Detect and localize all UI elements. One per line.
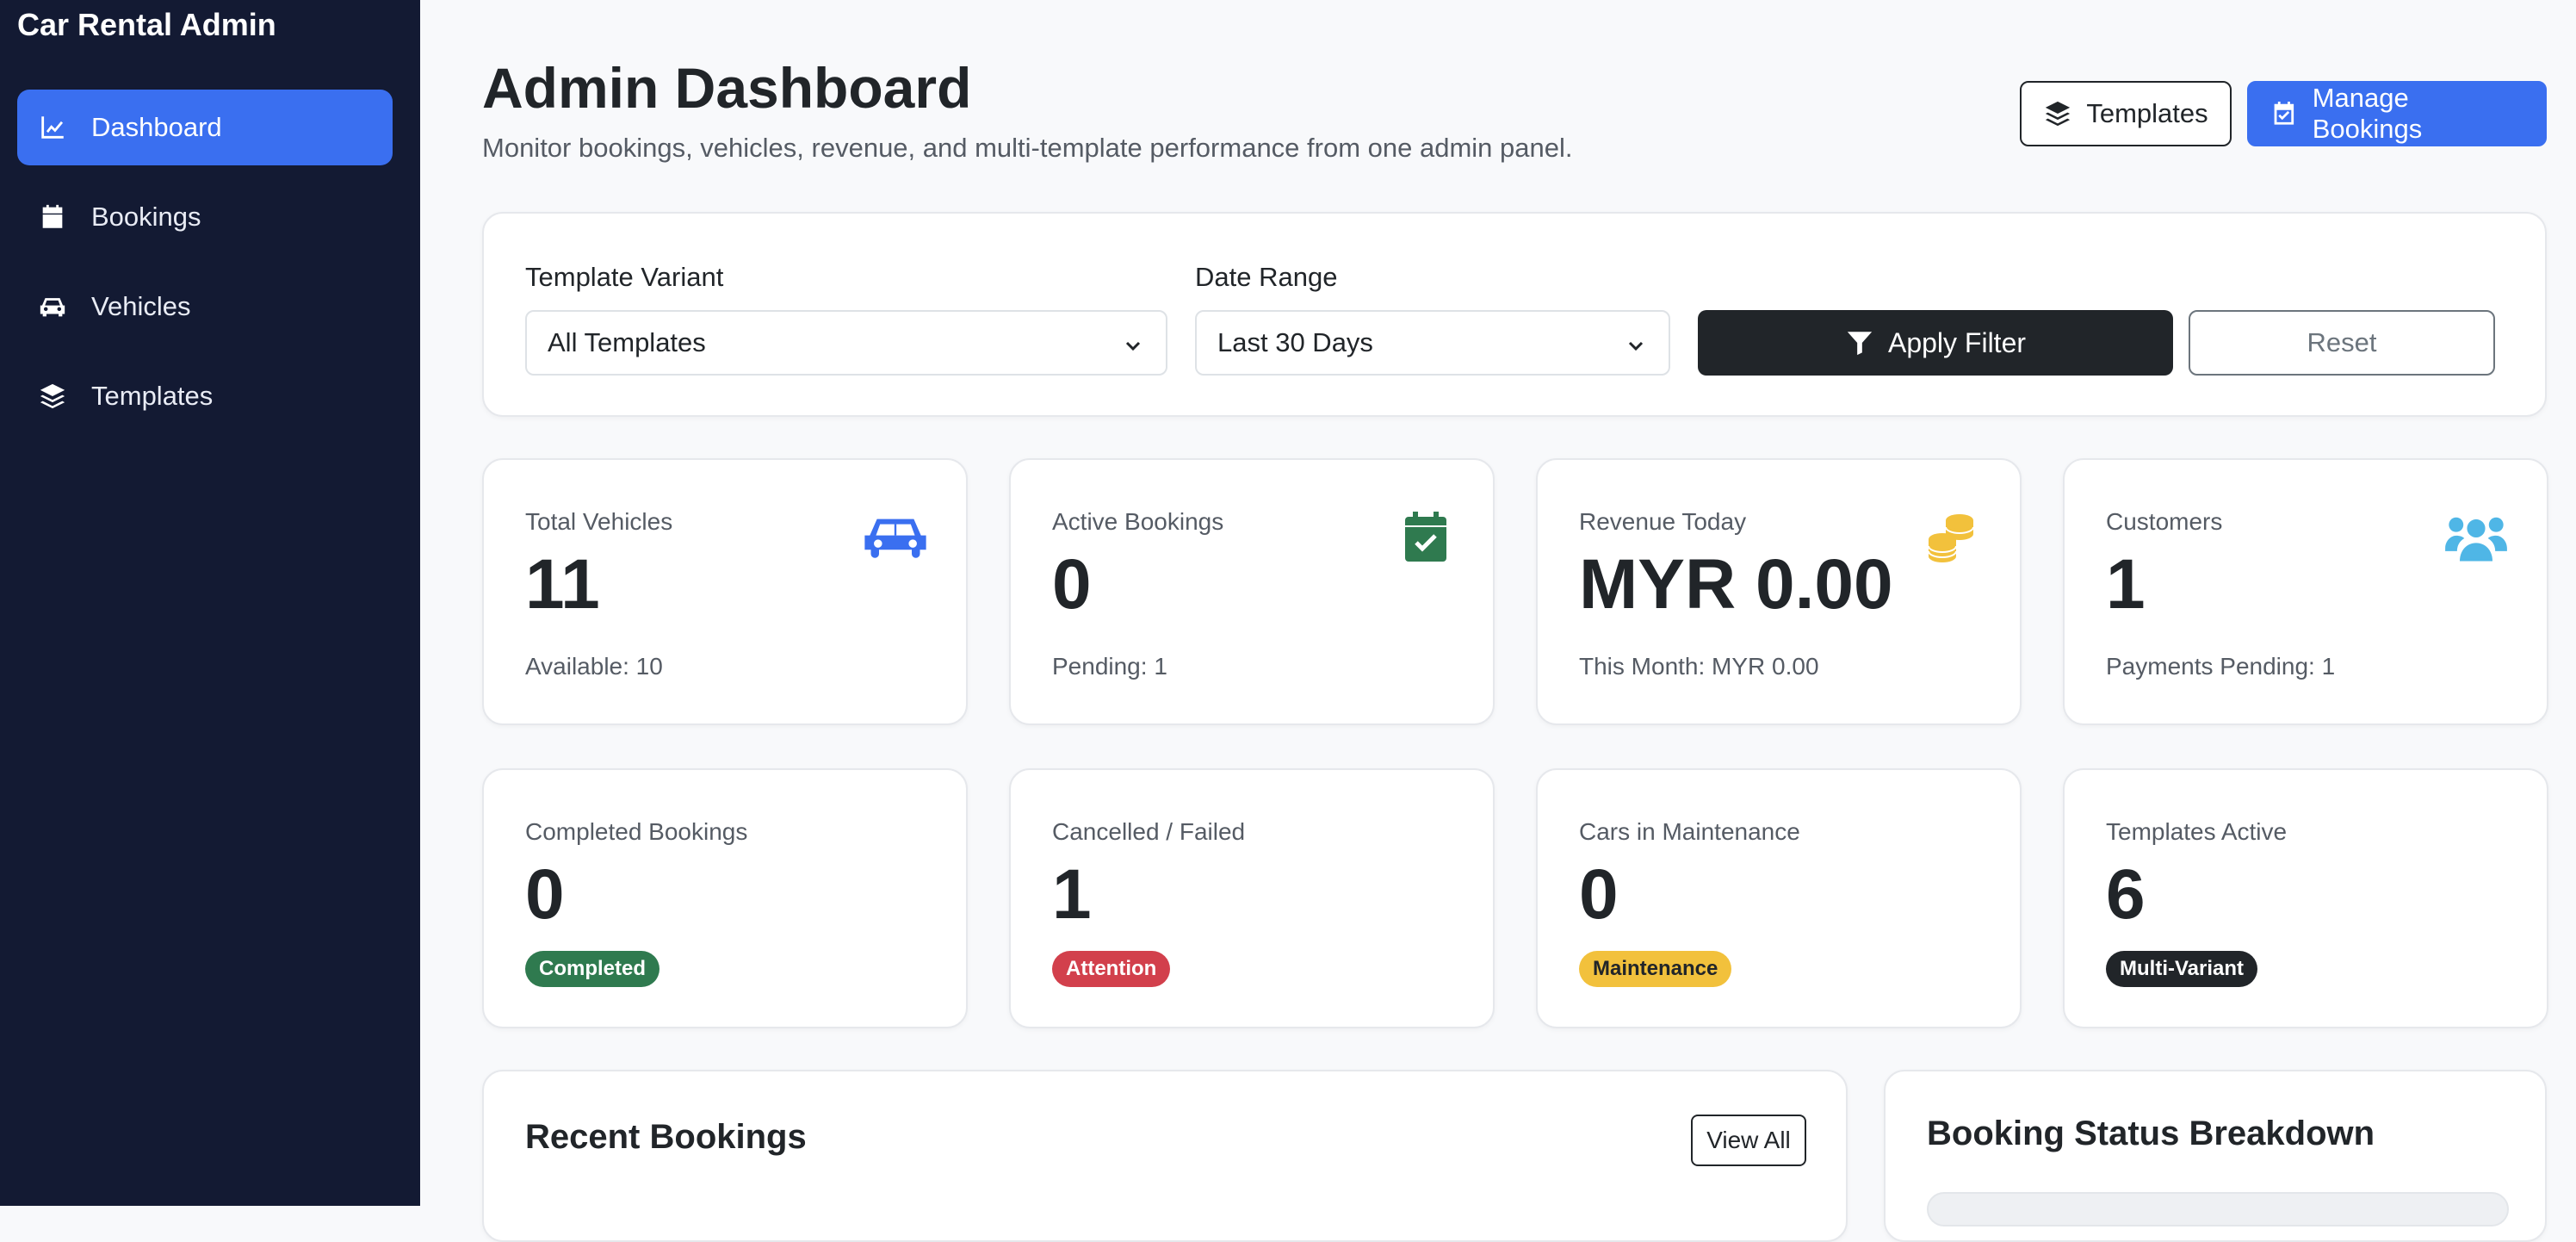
stat-sub: Payments Pending: 1 bbox=[2106, 653, 2336, 680]
calendar-check-icon bbox=[1390, 510, 1455, 565]
sidebar-item-vehicles[interactable]: Vehicles bbox=[17, 269, 393, 345]
chevron-down-icon bbox=[1625, 332, 1646, 353]
brand-title: Car Rental Admin bbox=[17, 7, 276, 42]
template-variant-select[interactable]: All Templates bbox=[525, 310, 1167, 376]
date-range-value: Last 30 Days bbox=[1217, 327, 1373, 357]
sidebar-item-label: Dashboard bbox=[91, 112, 222, 142]
chart-line-icon bbox=[36, 111, 69, 144]
sidebar-item-label: Vehicles bbox=[91, 291, 191, 321]
layers-icon bbox=[2046, 101, 2071, 127]
status-progress-bar bbox=[1927, 1192, 2509, 1226]
stat-card-cars-in-maintenance: Cars in Maintenance 0 Maintenance bbox=[1536, 768, 2022, 1028]
layers-icon bbox=[36, 380, 69, 413]
recent-bookings-card: Recent Bookings View All bbox=[482, 1070, 1848, 1242]
sidebar-item-label: Bookings bbox=[91, 202, 201, 232]
header-actions: Templates Manage Bookings bbox=[2020, 81, 2547, 146]
booking-status-breakdown-card: Booking Status Breakdown bbox=[1884, 1070, 2547, 1242]
stat-card-active-bookings: Active Bookings 0 Pending: 1 bbox=[1009, 458, 1495, 725]
stat-value: 0 bbox=[1579, 855, 1619, 934]
car-icon bbox=[36, 290, 69, 323]
users-icon bbox=[2443, 510, 2509, 565]
stat-label: Active Bookings bbox=[1052, 508, 1224, 535]
calendar-check-icon bbox=[2274, 101, 2294, 125]
stat-sub: This Month: MYR 0.00 bbox=[1579, 653, 1819, 680]
stat-value: 11 bbox=[525, 545, 600, 624]
stat-card-customers: Customers 1 Payments Pending: 1 bbox=[2063, 458, 2548, 725]
template-variant-value: All Templates bbox=[548, 327, 706, 357]
stat-sub: Pending: 1 bbox=[1052, 653, 1167, 680]
reset-button[interactable]: Reset bbox=[2189, 310, 2495, 376]
stat-sub: Available: 10 bbox=[525, 653, 663, 680]
stat-label: Revenue Today bbox=[1579, 508, 1747, 535]
filter-card: Template Variant All Templates Date Rang… bbox=[482, 212, 2547, 417]
manage-bookings-button-label: Manage Bookings bbox=[2312, 83, 2423, 144]
chevron-down-icon bbox=[1123, 332, 1143, 353]
car-icon bbox=[863, 510, 928, 565]
page-title: Admin Dashboard bbox=[482, 56, 972, 120]
date-range-select[interactable]: Last 30 Days bbox=[1195, 310, 1670, 376]
apply-filter-label: Apply Filter bbox=[1887, 326, 2027, 358]
stat-label: Cars in Maintenance bbox=[1579, 818, 1800, 845]
sidebar-item-bookings[interactable]: Bookings bbox=[17, 179, 393, 255]
stat-value: 0 bbox=[1052, 545, 1092, 624]
templates-button[interactable]: Templates bbox=[2020, 81, 2232, 146]
status-badge: Multi-Variant bbox=[2106, 951, 2258, 987]
booking-status-breakdown-title: Booking Status Breakdown bbox=[1927, 1115, 2375, 1152]
templates-button-label: Templates bbox=[2086, 98, 2208, 128]
stat-value: 6 bbox=[2106, 855, 2146, 934]
sidebar-item-dashboard[interactable]: Dashboard bbox=[17, 90, 393, 165]
filter-icon bbox=[1847, 332, 1873, 356]
stat-value: 0 bbox=[525, 855, 565, 934]
stat-card-completed-bookings: Completed Bookings 0 Completed bbox=[482, 768, 968, 1028]
stat-value: 1 bbox=[2106, 545, 2146, 624]
sidebar-item-templates[interactable]: Templates bbox=[17, 358, 393, 434]
stat-card-total-vehicles: Total Vehicles 11 Available: 10 bbox=[482, 458, 968, 725]
stat-label: Completed Bookings bbox=[525, 818, 748, 845]
sidebar-nav: Dashboard Bookings Vehicles Templates bbox=[17, 90, 393, 448]
stat-label: Cancelled / Failed bbox=[1052, 818, 1246, 845]
coins-icon bbox=[1917, 510, 1982, 565]
status-badge: Attention bbox=[1052, 951, 1171, 987]
sidebar: Car Rental Admin Dashboard Bookings Vehi… bbox=[0, 0, 420, 1206]
stat-card-cancelled-failed: Cancelled / Failed 1 Attention bbox=[1009, 768, 1495, 1028]
main-content: Admin Dashboard Monitor bookings, vehicl… bbox=[420, 0, 2576, 1242]
sidebar-item-label: Templates bbox=[91, 381, 214, 411]
apply-filter-button[interactable]: Apply Filter bbox=[1698, 310, 2173, 376]
stat-label: Templates Active bbox=[2106, 818, 2288, 845]
view-all-button[interactable]: View All bbox=[1691, 1115, 1806, 1166]
template-variant-label: Template Variant bbox=[525, 262, 724, 292]
status-badge: Maintenance bbox=[1579, 951, 1732, 987]
stat-card-revenue-today: Revenue Today MYR 0.00 This Month: MYR 0… bbox=[1536, 458, 2022, 725]
stat-label: Total Vehicles bbox=[525, 508, 673, 535]
page-subtitle: Monitor bookings, vehicles, revenue, and… bbox=[482, 133, 1573, 163]
stat-card-templates-active: Templates Active 6 Multi-Variant bbox=[2063, 768, 2548, 1028]
stat-label: Customers bbox=[2106, 508, 2223, 535]
manage-bookings-button[interactable]: Manage Bookings bbox=[2247, 81, 2547, 146]
recent-bookings-title: Recent Bookings bbox=[525, 1118, 807, 1156]
stat-value: MYR 0.00 bbox=[1579, 545, 1893, 624]
date-range-label: Date Range bbox=[1195, 262, 1338, 292]
stat-value: 1 bbox=[1052, 855, 1092, 934]
status-badge: Completed bbox=[525, 951, 660, 987]
calendar-icon bbox=[36, 201, 69, 233]
